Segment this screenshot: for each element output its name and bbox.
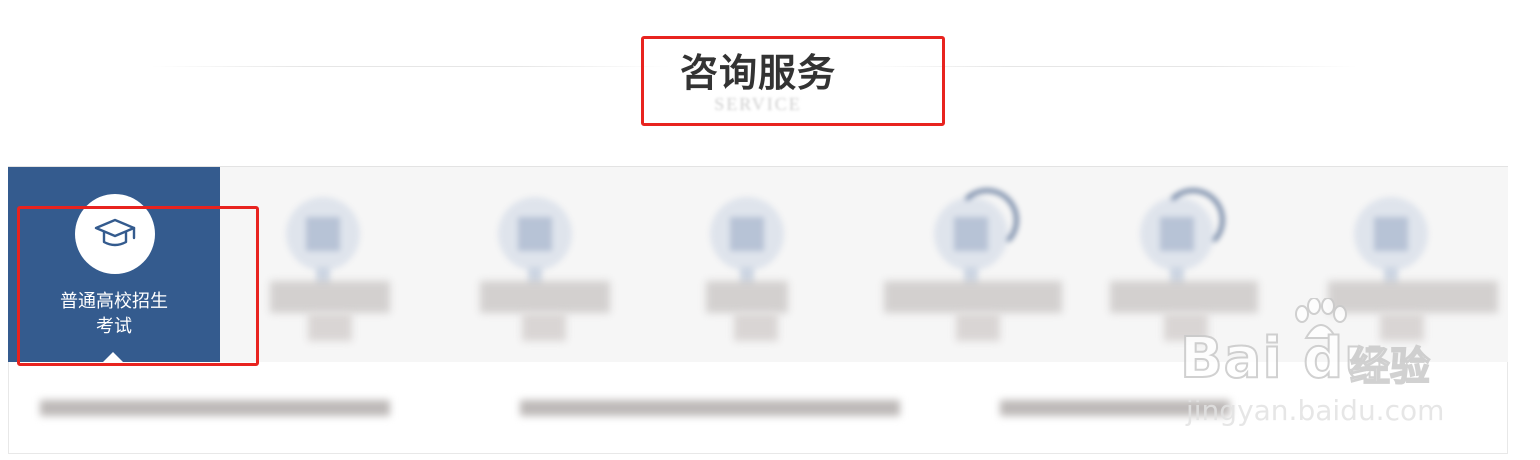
blurred-icon [278, 189, 368, 293]
annotation-box-title [641, 36, 945, 126]
blurred-link[interactable] [520, 400, 900, 416]
blurred-label [270, 281, 390, 313]
watermark-cn: 经验 [1349, 343, 1431, 391]
tab-blurred-3[interactable] [432, 167, 644, 363]
blurred-link[interactable] [40, 400, 390, 416]
blurred-icon [1346, 189, 1436, 293]
tab-blurred-5[interactable] [856, 167, 1068, 363]
blurred-label [480, 281, 610, 313]
blurred-icon [702, 189, 792, 293]
blurred-label [1110, 281, 1258, 313]
baidu-jingyan-watermark: Bai du 经验 jingyan.baidu.com [1179, 298, 1500, 436]
blurred-label [522, 313, 566, 341]
blurred-label [308, 313, 352, 341]
blurred-icon [490, 189, 580, 293]
blurred-label [734, 313, 778, 341]
blurred-label [706, 281, 788, 313]
blurred-label [884, 281, 1062, 313]
blurred-label [1328, 281, 1498, 313]
watermark-site: jingyan.baidu.com [1186, 394, 1445, 427]
blurred-icon [926, 189, 1018, 293]
blurred-label [956, 313, 1000, 341]
blurred-icon [1132, 189, 1224, 293]
annotation-box-tab [17, 206, 259, 366]
tab-blurred-4[interactable] [644, 167, 856, 363]
